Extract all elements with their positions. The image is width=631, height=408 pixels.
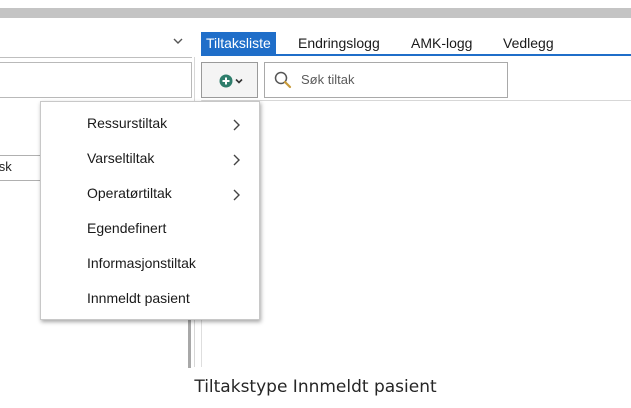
menu-item-label: Innmeldt pasient — [87, 290, 190, 306]
chevron-right-icon — [233, 154, 240, 166]
tab-vedlegg[interactable]: Vedlegg — [503, 32, 554, 54]
menu-item-label: Egendefinert — [87, 220, 167, 236]
menu-item-varseltiltak[interactable]: Varseltiltak — [41, 144, 259, 174]
tab-amk-logg[interactable]: AMK-logg — [411, 32, 472, 54]
menu-item-label: Informasjonstiltak — [87, 255, 196, 271]
tab-strip-underline — [201, 54, 631, 56]
chevron-right-icon — [233, 119, 240, 131]
chevron-down-icon — [173, 38, 183, 44]
left-panel-scrollbar[interactable] — [188, 318, 191, 368]
menu-item-label: Ressurstiltak — [87, 115, 168, 131]
plus-circle-icon — [219, 74, 243, 88]
figure-caption: Tiltakstype Innmeldt pasient — [194, 377, 437, 397]
window-top-bar — [0, 0, 631, 18]
menu-item-informasjonstiltak[interactable]: Informasjonstiltak — [41, 249, 259, 279]
content-divider — [201, 100, 631, 101]
menu-item-innmeldt-pasient[interactable]: Innmeldt pasient — [41, 284, 259, 314]
menu-item-label: Operatørtiltak — [87, 185, 172, 201]
chevron-right-icon — [233, 189, 240, 201]
menu-item-ressurstiltak[interactable]: Ressurstiltak — [41, 109, 259, 139]
menu-item-egendefinert[interactable]: Egendefinert — [41, 214, 259, 244]
search-input[interactable] — [301, 69, 501, 89]
tab-endringslogg[interactable]: Endringslogg — [298, 32, 380, 54]
tiltak-type-menu: Ressurstiltak Varseltiltak Operatørtilta… — [40, 101, 260, 320]
search-icon — [274, 71, 292, 89]
add-tiltak-button[interactable] — [201, 62, 258, 98]
left-panel-dropdown-arrow[interactable] — [171, 34, 185, 48]
left-panel-divider — [0, 57, 192, 58]
window-top-strip — [0, 8, 631, 18]
tab-tiltaksliste[interactable]: Tiltaksliste — [201, 32, 276, 54]
left-panel-cell-text: norsk — [0, 159, 12, 174]
search-field[interactable] — [264, 62, 508, 98]
menu-item-label: Varseltiltak — [87, 150, 155, 166]
left-panel-field[interactable] — [0, 62, 192, 98]
menu-item-operatortiltak[interactable]: Operatørtiltak — [41, 179, 259, 209]
